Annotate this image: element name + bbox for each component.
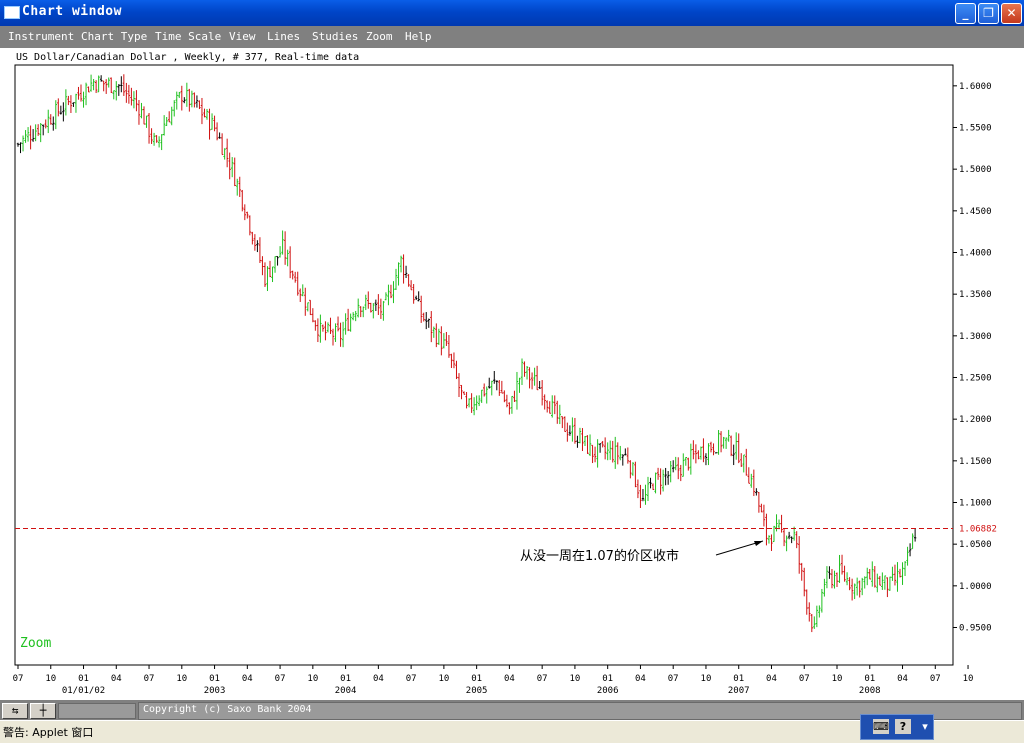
window-titlebar: Chart window _ ❐ ✕: [0, 0, 1024, 26]
x-tick-label: 10: [569, 674, 580, 684]
plot-frame: [14, 64, 954, 666]
x-tick-label: 01: [602, 674, 613, 684]
crosshair-button[interactable]: ┼: [30, 703, 56, 719]
chevron-down-icon[interactable]: ▾: [917, 719, 933, 734]
x-tick-label: 04: [766, 674, 777, 684]
footer-field: [58, 703, 136, 719]
x-tick-label: 01: [209, 674, 220, 684]
menu-studies[interactable]: Studies: [312, 30, 358, 43]
chart-annotation: 从没一周在1.07的价区收市: [520, 548, 679, 564]
y-tick-label: 1.6000: [959, 82, 992, 92]
y-tick-label: 1.4500: [959, 207, 992, 217]
minimize-button[interactable]: _: [955, 3, 976, 24]
menu-time-scale[interactable]: Time Scale: [155, 30, 221, 43]
x-year-label: 2007: [728, 686, 750, 696]
x-year-label: 2004: [335, 686, 357, 696]
x-tick-label: 10: [176, 674, 187, 684]
x-year-label: 2003: [204, 686, 226, 696]
y-tick-label: 1.2000: [959, 415, 992, 425]
x-tick-label: 01: [471, 674, 482, 684]
y-tick-label: 1.1500: [959, 457, 992, 467]
restore-button[interactable]: ❐: [978, 3, 999, 24]
y-tick-label: 1.3500: [959, 290, 992, 300]
y-tick-label: 1.0500: [959, 540, 992, 550]
x-tick-label: 07: [13, 674, 24, 684]
system-tray: ⌨ ? ▾: [860, 714, 934, 740]
x-tick-label: 01: [733, 674, 744, 684]
x-tick-label: 07: [275, 674, 286, 684]
x-tick-label: 01: [340, 674, 351, 684]
menu-lines[interactable]: Lines: [267, 30, 300, 43]
copyright-text: Copyright (c) Saxo Bank 2004: [143, 704, 312, 715]
x-tick-label: 07: [930, 674, 941, 684]
reference-line-label: 1.06882: [959, 524, 997, 534]
x-tick-label: 07: [144, 674, 155, 684]
price-chart[interactable]: 1.6000 1.5500 1.5000 1.4500 1.4000 1.3500 1.30…: [0, 48, 1024, 700]
y-tick-label: 1.2500: [959, 374, 992, 384]
x-tick-label: 04: [897, 674, 908, 684]
y-tick-label: 1.1000: [959, 499, 992, 509]
help-icon[interactable]: ?: [895, 719, 911, 734]
x-tick-label: 04: [373, 674, 384, 684]
ohlc-bar: [714, 452, 718, 454]
x-tick-label: 07: [799, 674, 810, 684]
menu-bar: Instrument Chart Type Time Scale View Li…: [0, 26, 1024, 48]
window-title: Chart window: [22, 4, 122, 19]
x-tick-label: 10: [45, 674, 56, 684]
y-tick-label: 1.4000: [959, 249, 992, 259]
pan-button[interactable]: ⇆: [2, 703, 28, 719]
x-year-label: 2008: [859, 686, 881, 696]
menu-instrument[interactable]: Instrument: [8, 30, 74, 43]
y-tick-label: 1.5500: [959, 124, 992, 134]
x-tick-label: 04: [111, 674, 122, 684]
menu-view[interactable]: View: [229, 30, 256, 43]
menu-zoom[interactable]: Zoom: [366, 30, 393, 43]
x-tick-label: 01: [864, 674, 875, 684]
x-year-label: 2005: [466, 686, 488, 696]
x-tick-label: 04: [635, 674, 646, 684]
status-text: 警告: Applet 窗口: [3, 726, 94, 739]
x-year-label: 01/01/02: [62, 686, 105, 696]
x-tick-label: 10: [701, 674, 712, 684]
y-tick-label: 0.9500: [959, 624, 992, 634]
x-tick-label: 07: [668, 674, 679, 684]
x-tick-label: 01: [78, 674, 89, 684]
close-button[interactable]: ✕: [1001, 3, 1022, 24]
keyboard-icon[interactable]: ⌨: [873, 719, 889, 734]
x-tick-label: 10: [963, 674, 974, 684]
x-tick-label: 10: [307, 674, 318, 684]
y-tick-label: 1.5000: [959, 165, 992, 175]
window-app-icon: [4, 6, 20, 19]
y-tick-label: 1.3000: [959, 332, 992, 342]
x-tick-label: 07: [537, 674, 548, 684]
y-tick-label: 1.0000: [959, 582, 992, 592]
x-tick-label: 04: [242, 674, 253, 684]
x-tick-label: 07: [406, 674, 417, 684]
x-tick-label: 10: [832, 674, 843, 684]
x-tick-label: 10: [438, 674, 449, 684]
x-tick-label: 04: [504, 674, 515, 684]
zoom-indicator: Zoom: [20, 636, 51, 651]
x-year-label: 2006: [597, 686, 619, 696]
menu-chart-type[interactable]: Chart Type: [81, 30, 147, 43]
menu-help[interactable]: Help: [405, 30, 432, 43]
